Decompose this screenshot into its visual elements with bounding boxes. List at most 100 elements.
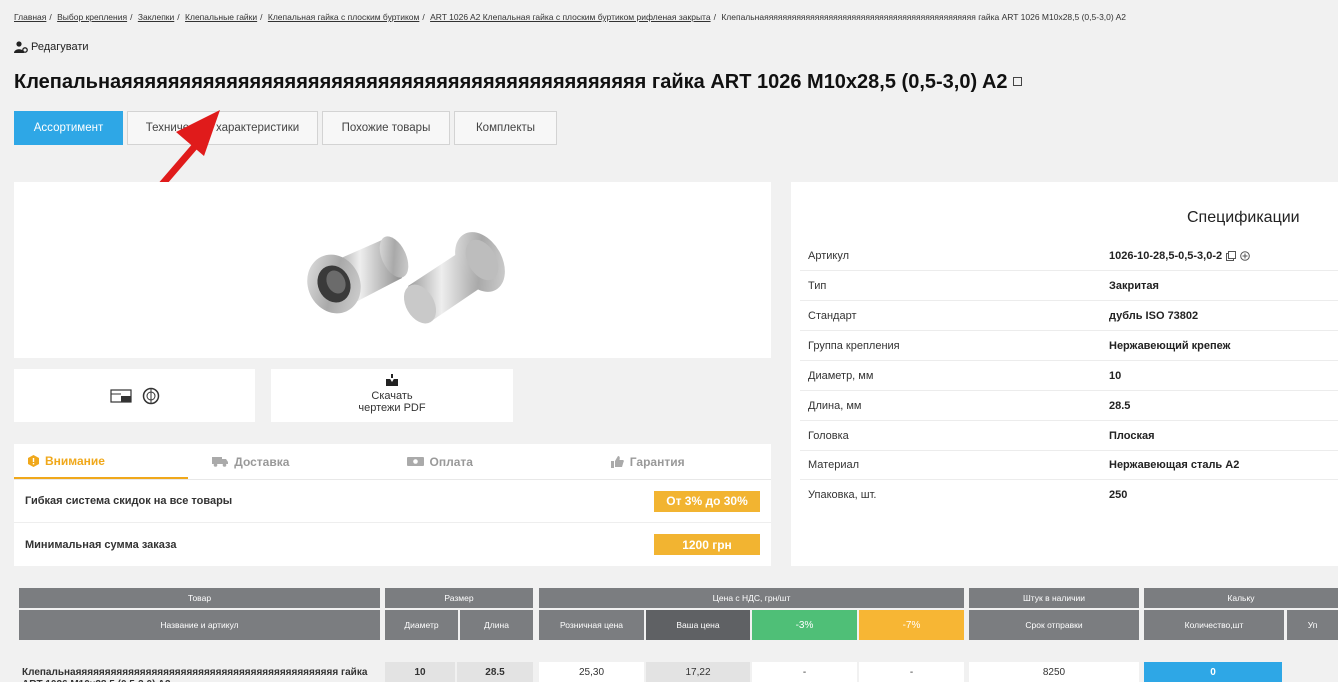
product-name-link[interactable]: Клепальнаяяяяяяяяяяяяяяяяяяяяяяяяяяяяяяя… (22, 667, 378, 682)
discount-row: Гибкая система скидок на все товары От 3… (14, 480, 771, 523)
drawing-icon[interactable] (109, 388, 132, 404)
spec-value: Нержавеющий крепеж (1109, 339, 1231, 352)
spec-value: Плоская (1109, 429, 1155, 442)
spec-value: Нержавеющая сталь А2 (1109, 458, 1240, 471)
spec-value: 250 (1109, 489, 1128, 501)
header-stock: Штук в наличии (969, 588, 1139, 608)
download-icon (386, 374, 398, 386)
3d-view-icon[interactable] (142, 387, 160, 405)
subheader-quantity: Количество,шт (1144, 610, 1284, 640)
truck-icon (212, 457, 229, 467)
tab-delivery-label: Доставка (234, 454, 290, 469)
min-order-badge: 1200 грн (654, 534, 760, 555)
breadcrumb: Главная / Выбор крепления / Заклепки / Клеп… (14, 12, 1127, 22)
tab-guarantee[interactable]: Гарантия (567, 444, 771, 479)
spec-key: Головка (808, 429, 849, 442)
row-length: 28.5 (457, 662, 533, 682)
product-image-panel (14, 182, 771, 358)
tab-guarantee-label: Гарантия (629, 454, 685, 469)
spec-key: Тип (808, 279, 827, 292)
tab-payment-label: Оплата (429, 454, 473, 469)
tab-payment[interactable]: Оплата (373, 444, 567, 479)
tab-similar-products[interactable]: Похожие товары (322, 111, 450, 145)
download-pdf-button[interactable]: Скачать чертежи PDF (271, 369, 513, 422)
row-stock: 8250 (969, 662, 1139, 682)
copy-icon[interactable] (1226, 250, 1237, 261)
spec-row-article: Артикул 1026-10-28,5-0,5-3,0-2 (800, 241, 1338, 271)
spec-key: Материал (808, 458, 859, 471)
page-title-text: Клепальнаяяяяяяяяяяяяяяяяяяяяяяяяяяяяяяя… (14, 71, 1008, 93)
tab-kits[interactable]: Комплекты (454, 111, 557, 145)
spec-row-material: Материал Нержавеющая сталь А2 (800, 450, 1338, 480)
subheader-discount-7: -7% (859, 610, 964, 640)
money-icon (406, 457, 424, 466)
specifications-panel: Спецификации Артикул 1026-10-28,5-0,5-3,… (791, 182, 1338, 566)
spec-row-length: Длина, мм 28.5 (800, 391, 1338, 421)
info-tabs: Внимание Доставка Оплата Гарантия (14, 444, 771, 480)
row-diameter: 10 (385, 662, 455, 682)
specifications-title: Спецификации (1187, 209, 1300, 226)
row-discount-7: - (859, 662, 964, 682)
breadcrumb-flat-flange-nut[interactable]: Клепальная гайка с плоским буртиком (268, 12, 419, 22)
header-price: Цена с НДС, грн/шт (539, 588, 964, 608)
page-title: Клепальнаяяяяяяяяяяяяяяяяяяяяяяяяяяяяяяя… (14, 71, 1022, 94)
spec-row-head: Головка Плоская (800, 421, 1338, 451)
pdf-label-1: Скачать (371, 390, 413, 402)
spec-row-group: Группа крепления Нержавеющий крепеж (800, 331, 1338, 361)
spec-key: Артикул (808, 249, 850, 262)
min-order-row: Минимальная сумма заказа 1200 грн (14, 523, 771, 566)
row-your-price: 17,22 (646, 662, 750, 682)
spec-value: 1026-10-28,5-0,5-3,0-2 (1109, 249, 1223, 262)
subheader-pack: Уп (1287, 610, 1338, 640)
tab-attention-label: Внимание (45, 453, 105, 468)
edit-link[interactable]: Редагувати (14, 41, 89, 53)
user-gear-icon (14, 41, 28, 53)
spec-row-type: Тип Закритая (800, 271, 1338, 301)
copy-icon[interactable] (1012, 77, 1022, 86)
edit-label: Редагувати (31, 41, 89, 53)
thumbs-up-icon (610, 455, 624, 468)
row-discount-3: - (752, 662, 857, 682)
tab-delivery[interactable]: Доставка (188, 444, 372, 479)
spec-value: 28.5 (1109, 399, 1131, 412)
spec-key: Упаковка, шт. (808, 489, 877, 501)
subheader-diameter: Диаметр (385, 610, 458, 640)
info-panel: Внимание Доставка Оплата Гарантия Гибкая… (14, 444, 771, 566)
breadcrumb-fastener-choice[interactable]: Выбор крепления (57, 12, 127, 22)
spec-row-standard: Стандарт дубль ISO 73802 (800, 301, 1338, 331)
header-size: Размер (385, 588, 533, 608)
discount-badge: От 3% до 30% (654, 490, 760, 512)
subheader-your-price: Ваша цена (646, 610, 750, 640)
spec-value: 10 (1109, 369, 1122, 382)
pdf-label-2: чертежи PDF (358, 402, 426, 414)
spec-key: Группа крепления (808, 339, 900, 352)
spec-row-packaging: Упаковка, шт. 250 (800, 480, 1338, 510)
row-retail-price: 25,30 (539, 662, 644, 682)
header-calculator: Кальку (1144, 588, 1338, 608)
spec-key: Длина, мм (808, 399, 862, 412)
add-icon[interactable] (1240, 250, 1250, 261)
rivet-nut-image[interactable] (304, 222, 524, 332)
header-product: Товар (19, 588, 380, 608)
subheader-length: Длина (460, 610, 533, 640)
page: Главная / Выбор крепления / Заклепки / Клеп… (0, 0, 1338, 682)
quantity-input[interactable]: 0 (1144, 662, 1282, 682)
breadcrumb-home[interactable]: Главная (14, 12, 46, 22)
spec-value: Закритая (1109, 279, 1159, 292)
breadcrumb-current: Клепальнаяяяяяяяяяяяяяяяяяяяяяяяяяяяяяяя… (721, 12, 1127, 22)
breadcrumb-art-1026[interactable]: ART 1026 A2 Клепальная гайка с плоским б… (430, 12, 710, 22)
tab-assortment[interactable]: Ассортимент (14, 111, 123, 145)
tab-attention[interactable]: Внимание (14, 444, 189, 479)
spec-row-diameter: Диаметр, мм 10 (800, 361, 1338, 391)
spec-key: Диаметр, мм (808, 369, 874, 382)
subheader-ship-time: Срок отправки (969, 610, 1139, 640)
breadcrumb-rivet-nuts[interactable]: Клепальные гайки (185, 12, 257, 22)
breadcrumb-rivets[interactable]: Заклепки (138, 12, 174, 22)
subheader-name: Название и артикул (19, 610, 380, 640)
subheader-retail-price: Розничная цена (539, 610, 644, 640)
subheader-discount-3: -3% (752, 610, 857, 640)
alert-icon (28, 454, 39, 467)
spec-value: дубль ISO 73802 (1109, 309, 1199, 322)
spec-key: Стандарт (808, 309, 857, 322)
view-options-panel (14, 369, 255, 422)
